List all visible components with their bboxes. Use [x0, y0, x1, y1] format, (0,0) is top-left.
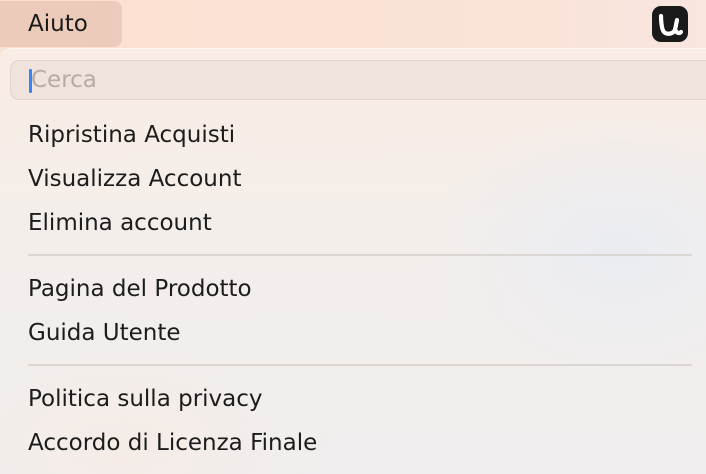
menu-bar: Aiuto	[0, 0, 706, 48]
menu-item-visualizza-account[interactable]: Visualizza Account	[28, 162, 241, 196]
menu-search-box[interactable]	[10, 60, 706, 100]
search-input[interactable]	[31, 63, 671, 97]
aiuto-dropdown-menu: Ripristina Acquisti Visualizza Account E…	[0, 48, 706, 474]
menu-item-pagina-del-prodotto[interactable]: Pagina del Prodotto	[28, 272, 252, 306]
menu-item-accordo-licenza[interactable]: Accordo di Licenza Finale	[28, 426, 317, 460]
menu-separator	[28, 364, 692, 366]
menu-aiuto[interactable]: Aiuto	[0, 1, 122, 47]
menu-item-ripristina-acquisti[interactable]: Ripristina Acquisti	[28, 118, 235, 152]
app-u-logo-icon[interactable]	[651, 5, 689, 43]
menu-separator	[28, 254, 692, 256]
menu-item-politica-privacy[interactable]: Politica sulla privacy	[28, 382, 263, 416]
menu-item-elimina-account[interactable]: Elimina account	[28, 206, 212, 240]
menu-item-guida-utente[interactable]: Guida Utente	[28, 316, 181, 350]
menu-aiuto-label: Aiuto	[28, 11, 88, 37]
